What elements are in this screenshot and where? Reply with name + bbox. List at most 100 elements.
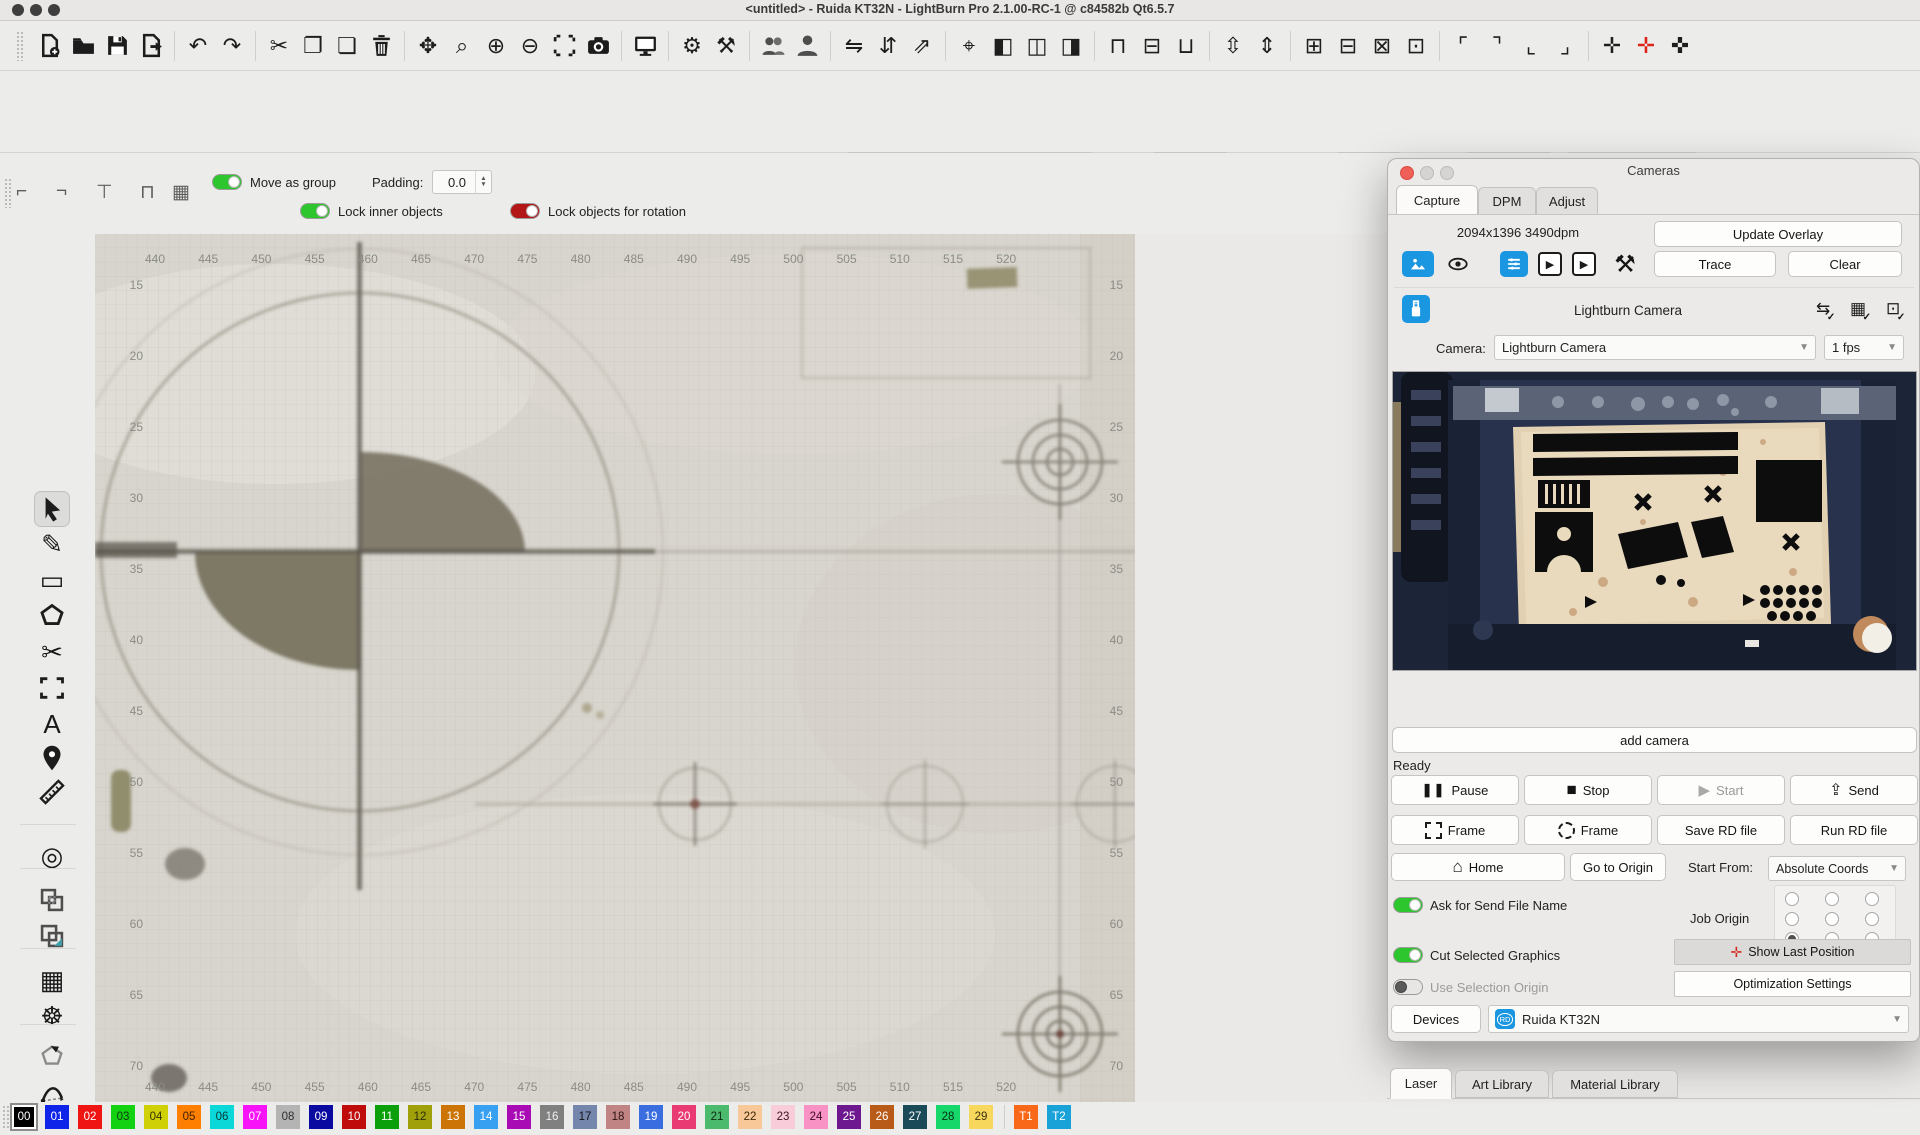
palette-color-19[interactable]: 19 (639, 1105, 663, 1129)
palette-color-14[interactable]: 14 (474, 1105, 498, 1129)
use-selection-origin-toggle[interactable] (1393, 979, 1423, 995)
goto-origin-button[interactable]: Go to Origin (1570, 853, 1666, 881)
push-apart-h-icon[interactable]: ⌐ (16, 181, 27, 203)
palette-color-01[interactable]: 01 (45, 1105, 69, 1129)
ask-send-file-name-toggle[interactable] (1393, 897, 1423, 913)
palette-color-21[interactable]: 21 (705, 1105, 729, 1129)
tool-rectangle[interactable]: ▭ (34, 562, 70, 598)
move-corner-bl-icon[interactable]: ⌞ (1514, 29, 1548, 63)
visibility-eye-icon[interactable] (1444, 251, 1472, 277)
fps-select[interactable]: 1 fps▼ (1824, 335, 1904, 360)
move-corner-tr-icon[interactable]: ⌝ (1480, 29, 1514, 63)
frame-selection-icon[interactable] (547, 29, 581, 63)
push-apart-v-icon[interactable]: ¬ (56, 181, 67, 203)
show-last-position-button[interactable]: ✛Show Last Position (1674, 939, 1911, 965)
padding-field[interactable]: 0.0▲▼ (432, 170, 492, 194)
machine-tools-icon[interactable]: ⚒ (709, 29, 743, 63)
palette-color-04[interactable]: 04 (144, 1105, 168, 1129)
tool-grid-array[interactable]: ▦ (34, 962, 70, 998)
align-center-h-icon[interactable]: ◫ (1020, 29, 1054, 63)
tab-adjust[interactable]: Adjust (1536, 187, 1598, 215)
tool-position-pin[interactable] (34, 740, 70, 776)
lock-objects-rotation-toggle[interactable] (510, 203, 540, 219)
zoom-in-icon[interactable]: ⊕ (479, 29, 513, 63)
trace-button[interactable]: Trace (1654, 251, 1776, 277)
palette-color-11[interactable]: 11 (375, 1105, 399, 1129)
cut-selected-graphics-toggle[interactable] (1393, 947, 1423, 963)
tool-draw-lines[interactable]: ✎ (34, 526, 70, 562)
copy-icon[interactable]: ❐ (296, 29, 330, 63)
palette-color-23[interactable]: 23 (771, 1105, 795, 1129)
clear-button[interactable]: Clear (1788, 251, 1902, 277)
move-corner-br-icon[interactable]: ⌟ (1548, 29, 1582, 63)
palette-color-13[interactable]: 13 (441, 1105, 465, 1129)
tool-measure[interactable] (34, 774, 70, 810)
job-origin-radio-3[interactable] (1785, 912, 1799, 926)
flip-horizontal-icon[interactable]: ⇋ (837, 29, 871, 63)
palette-color-06[interactable]: 06 (210, 1105, 234, 1129)
pan-icon[interactable]: ✥ (411, 29, 445, 63)
preview-icon[interactable] (628, 29, 662, 63)
pause-button[interactable]: ❚❚Pause (1391, 775, 1519, 805)
set-origin-icon[interactable]: ⌖ (952, 29, 986, 63)
move-to-position-icon[interactable]: ✛ (1595, 29, 1629, 63)
tab-laser[interactable]: Laser (1390, 1068, 1452, 1099)
same-height-icon[interactable]: ⇕ (1250, 29, 1284, 63)
tool-select[interactable] (34, 491, 70, 527)
palette-color-25[interactable]: 25 (837, 1105, 861, 1129)
frame-rect-button[interactable]: Frame (1391, 815, 1519, 845)
palette-color-29[interactable]: 29 (969, 1105, 993, 1129)
palette-color-02[interactable]: 02 (78, 1105, 102, 1129)
devices-button[interactable]: Devices (1391, 1005, 1481, 1033)
palette-color-03[interactable]: 03 (111, 1105, 135, 1129)
tab-material-library[interactable]: Material Library (1552, 1070, 1678, 1098)
job-origin-radio-5[interactable] (1865, 912, 1879, 926)
palette-color-10[interactable]: 10 (342, 1105, 366, 1129)
palette-color-15[interactable]: 15 (507, 1105, 531, 1129)
camera-overlay-icon[interactable]: ⊡✓ (1886, 299, 1900, 319)
stop-button[interactable]: ■Stop (1524, 775, 1652, 805)
job-origin-radio-4[interactable] (1825, 912, 1839, 926)
overlay-settings-icon[interactable] (1500, 251, 1528, 277)
palette-color-00[interactable]: 00 (12, 1105, 36, 1129)
tab-dpm[interactable]: DPM (1478, 187, 1536, 215)
palette-color-27[interactable]: 27 (903, 1105, 927, 1129)
move-corner-tl-icon[interactable]: ⌜ (1446, 29, 1480, 63)
frame-rubber-button[interactable]: Frame (1524, 815, 1652, 845)
tool-shape-rotate[interactable] (34, 1038, 70, 1074)
settings-icon[interactable]: ⚙ (675, 29, 709, 63)
job-origin-radio-1[interactable] (1825, 892, 1839, 906)
align-to-page-icon[interactable]: ⊤ (96, 181, 113, 204)
palette-color-07[interactable]: 07 (243, 1105, 267, 1129)
palette-color-28[interactable]: 28 (936, 1105, 960, 1129)
distribute-v-icon[interactable]: ⊟ (1331, 29, 1365, 63)
open-file-icon[interactable] (66, 29, 100, 63)
home-button[interactable]: ⌂Home (1391, 853, 1565, 881)
save-file-icon[interactable] (100, 29, 134, 63)
palette-color-24[interactable]: 24 (804, 1105, 828, 1129)
camera-link-icon[interactable]: ⇆✓ (1816, 299, 1830, 319)
move-laser-here-icon[interactable]: ✛ (1629, 29, 1663, 63)
start-button[interactable]: ▶Start (1657, 775, 1785, 805)
distribute-right-icon[interactable]: ⊡ (1399, 29, 1433, 63)
add-camera-button[interactable]: add camera (1392, 727, 1917, 753)
tool-text[interactable]: A (34, 706, 70, 742)
usb-camera-icon[interactable] (1402, 295, 1430, 323)
lock-inner-objects-toggle[interactable] (300, 203, 330, 219)
cut-icon[interactable]: ✂ (262, 29, 296, 63)
start-from-select[interactable]: Absolute Coords▼ (1768, 856, 1906, 881)
update-overlay-button[interactable]: Update Overlay (1654, 221, 1902, 247)
align-top-icon[interactable]: ⊓ (1101, 29, 1135, 63)
calibration-tools-icon[interactable]: ⚒ (1610, 249, 1640, 279)
flip-vertical-icon[interactable]: ⇵ (871, 29, 905, 63)
group-icon[interactable] (756, 29, 790, 63)
zoom-out-icon[interactable]: ⊖ (513, 29, 547, 63)
palette-color-08[interactable]: 08 (276, 1105, 300, 1129)
camera-select[interactable]: Lightburn Camera▼ (1494, 335, 1816, 360)
show-image-icon[interactable] (1402, 251, 1434, 277)
same-width-icon[interactable]: ⇳ (1216, 29, 1250, 63)
undo-icon[interactable]: ↶ (181, 29, 215, 63)
distribute-h-icon[interactable]: ⊞ (1297, 29, 1331, 63)
dock-shape-icon[interactable]: ⊓ (140, 181, 155, 204)
tab-capture[interactable]: Capture (1396, 185, 1478, 215)
